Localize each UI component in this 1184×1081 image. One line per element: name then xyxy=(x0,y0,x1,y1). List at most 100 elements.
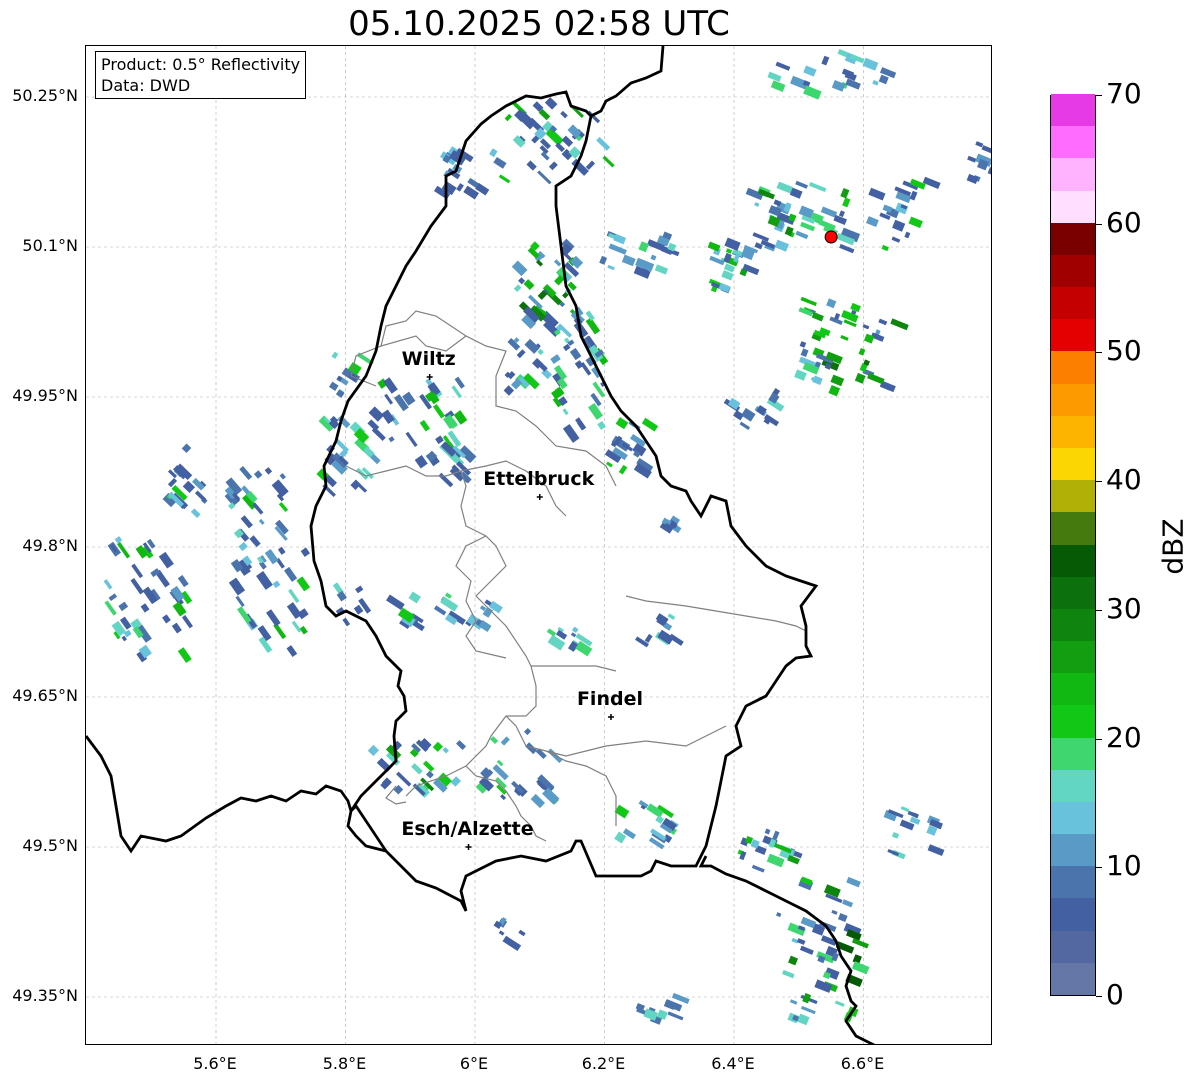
echo-cell xyxy=(252,502,264,515)
echo-cell xyxy=(751,864,765,873)
echo-cell xyxy=(432,741,443,752)
city-marker-icon xyxy=(607,714,614,720)
echo-cell xyxy=(264,467,273,475)
echo-cell xyxy=(381,409,395,424)
echo-cell xyxy=(741,407,756,422)
map-title: 05.10.2025 02:58 UTC xyxy=(348,4,730,44)
echo-cell xyxy=(799,945,814,955)
echo-cell xyxy=(650,254,657,261)
colorbar-segment xyxy=(1051,897,1095,931)
echo-cell xyxy=(411,763,423,775)
product-info-box: Product: 0.5° Reflectivity Data: DWD xyxy=(95,51,307,99)
echo-cell xyxy=(490,736,499,745)
echo-cell xyxy=(500,794,507,801)
echo-cell xyxy=(291,620,302,633)
echo-cell xyxy=(440,596,459,612)
colorbar-tick xyxy=(1096,996,1102,997)
echo-cell xyxy=(878,74,889,85)
echo-cell xyxy=(286,645,298,658)
echo-cell xyxy=(264,548,279,565)
echo-cell xyxy=(878,318,888,326)
echo-cell xyxy=(881,244,889,252)
echo-cell xyxy=(907,810,919,819)
echo-cell xyxy=(450,776,461,787)
echo-cell xyxy=(772,830,780,841)
latitude-label: 49.65°N xyxy=(12,686,78,705)
echo-cell xyxy=(526,160,537,171)
echo-cell xyxy=(388,436,395,443)
echo-cell xyxy=(866,216,879,227)
colorbar-segment xyxy=(1051,833,1095,867)
latitude-label: 50.25°N xyxy=(12,86,78,105)
echo-cell xyxy=(799,341,807,348)
echo-cell xyxy=(654,264,669,275)
echo-cell xyxy=(764,828,771,835)
echo-cell xyxy=(820,206,838,218)
colorbar-segment xyxy=(1051,544,1095,577)
echo-cell xyxy=(830,374,845,387)
colorbar-tick-label: 0 xyxy=(1106,978,1124,1011)
colorbar-tick-label: 30 xyxy=(1106,591,1142,625)
echo-cell xyxy=(523,727,532,736)
echo-cell xyxy=(966,173,979,184)
echo-cell xyxy=(162,614,171,624)
colorbar-segment xyxy=(1051,769,1095,802)
longitude-label: 5.6°E xyxy=(193,1054,237,1073)
echo-cell xyxy=(560,110,568,119)
echo-cell xyxy=(249,535,261,548)
echo-cell xyxy=(707,241,721,252)
colorbar-segment xyxy=(1051,930,1095,963)
colorbar-segment xyxy=(1051,93,1095,127)
colorbar-segment xyxy=(1051,383,1095,416)
colorbar-segment xyxy=(1051,511,1095,545)
radar-echoes xyxy=(103,48,991,1026)
echo-cell xyxy=(867,372,885,385)
echo-cell xyxy=(833,214,847,225)
echo-cell xyxy=(342,617,351,627)
echo-cell xyxy=(811,312,824,322)
echo-cell xyxy=(858,348,866,356)
echo-cell xyxy=(890,318,909,331)
colorbar-title: dBZ xyxy=(1156,518,1184,575)
echo-cell xyxy=(454,376,465,389)
echo-cell xyxy=(908,216,923,229)
echo-cell xyxy=(644,633,653,643)
echo-cell xyxy=(981,145,991,156)
echo-cell xyxy=(842,899,854,908)
echo-cell xyxy=(277,546,286,555)
echo-cell xyxy=(614,804,630,819)
echo-cell xyxy=(796,938,806,945)
longitude-label: 6.6°E xyxy=(840,1054,885,1073)
echo-cell xyxy=(667,1011,684,1021)
echo-cell xyxy=(516,349,526,359)
colorbar-segment xyxy=(1051,157,1095,191)
echo-cell xyxy=(597,421,606,430)
echo-cell xyxy=(615,417,629,430)
echo-cell xyxy=(838,210,845,218)
echo-cell xyxy=(108,593,118,602)
echo-cell xyxy=(140,603,150,613)
echo-cell xyxy=(922,176,941,190)
echo-cell xyxy=(239,466,253,480)
echo-cell xyxy=(570,632,577,638)
echo-cell xyxy=(774,239,789,252)
echo-cell xyxy=(523,279,535,290)
echo-cell xyxy=(802,992,812,1004)
echo-cell xyxy=(548,161,558,171)
echo-cell xyxy=(788,955,799,966)
colorbar-segment xyxy=(1051,479,1095,513)
echo-cell xyxy=(331,351,339,359)
colorbar-segment xyxy=(1051,672,1095,706)
echo-cell xyxy=(607,264,615,271)
echo-cell xyxy=(808,181,827,193)
echo-cell xyxy=(530,793,546,809)
colorbar-tick-label: 20 xyxy=(1106,720,1142,754)
echo-cell xyxy=(266,609,281,627)
echo-cell xyxy=(842,197,851,208)
echo-cell xyxy=(839,243,855,254)
echo-cell xyxy=(850,302,861,313)
echo-cell xyxy=(585,160,596,170)
echo-cell xyxy=(408,591,421,604)
echo-cell xyxy=(511,260,528,277)
echo-cell xyxy=(288,588,300,603)
